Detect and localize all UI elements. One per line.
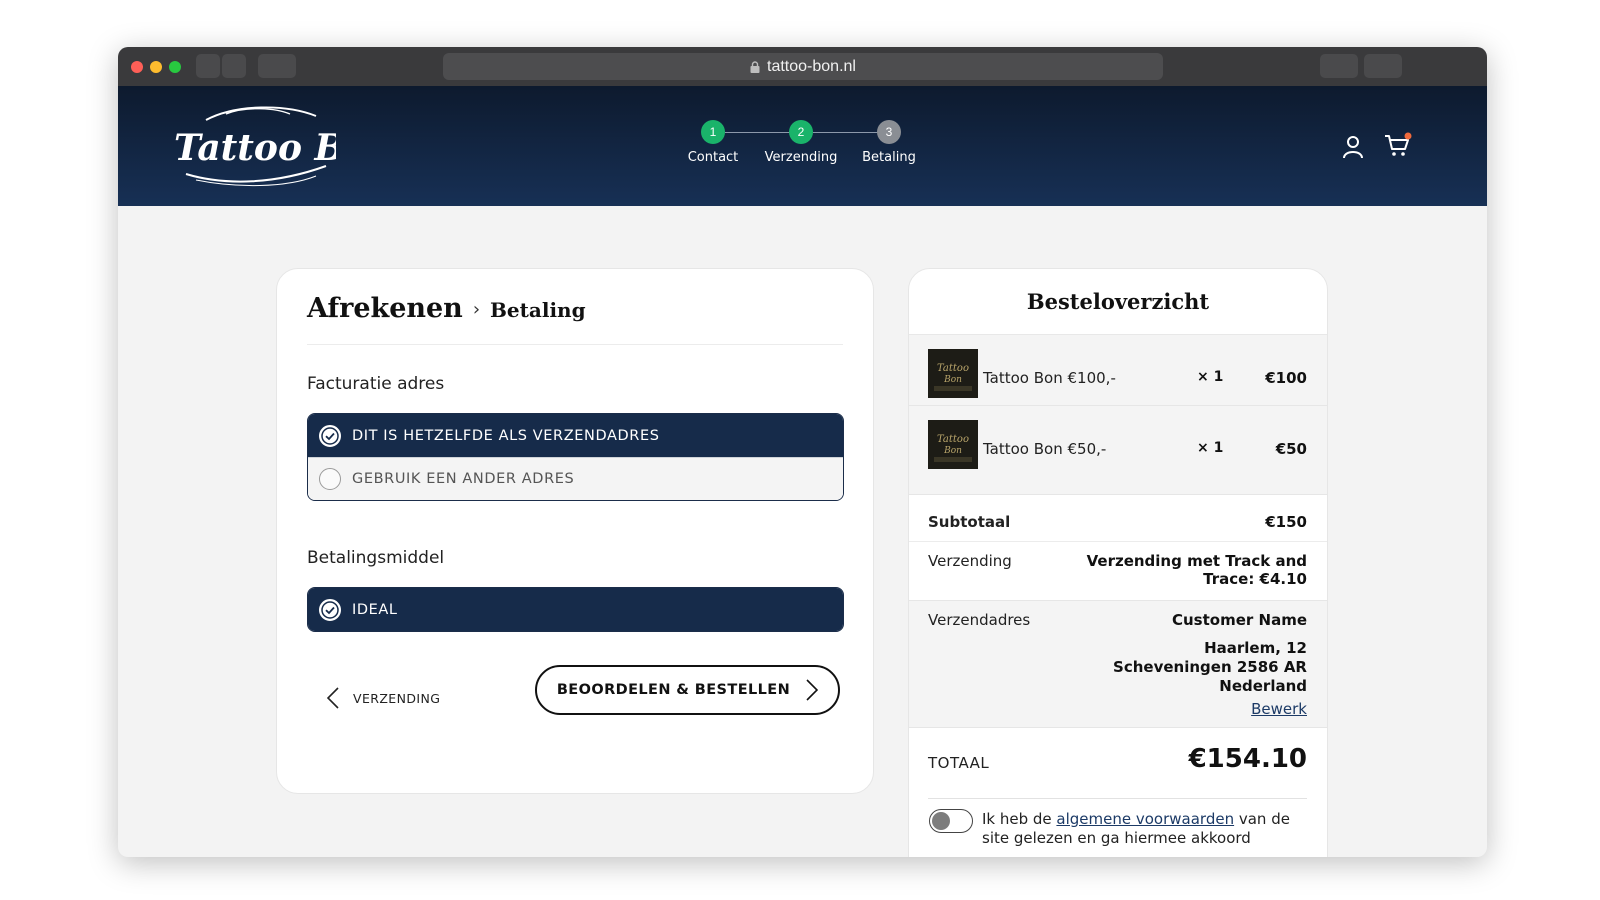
share-button[interactable] bbox=[1320, 54, 1358, 78]
chevron-left-icon bbox=[327, 687, 339, 709]
step-number: 3 bbox=[877, 120, 901, 144]
step-label: Verzending bbox=[764, 150, 838, 165]
payment-option-label: IDEAL bbox=[352, 601, 398, 618]
billing-option-label: DIT IS HETZELFDE ALS VERZENDADRES bbox=[352, 427, 660, 444]
customer-name: Customer Name bbox=[1172, 611, 1307, 629]
back-nav-button[interactable] bbox=[196, 54, 220, 78]
maximize-window-button[interactable] bbox=[169, 61, 181, 73]
terms-text: Ik heb de algemene voorwaarden van de si… bbox=[982, 810, 1290, 847]
close-window-button[interactable] bbox=[131, 61, 143, 73]
divider bbox=[928, 798, 1307, 799]
item-price: €100 bbox=[1265, 369, 1307, 387]
subtotal-value: €150 bbox=[1265, 513, 1307, 531]
review-and-order-button[interactable]: BEOORDELEN & BESTELLEN bbox=[535, 665, 840, 715]
chevron-right-icon bbox=[806, 679, 819, 701]
checkout-progress: 1 Contact 2 Verzending 3 Betaling bbox=[668, 120, 918, 170]
total-row: TOTAAL €154.10 bbox=[909, 728, 1327, 798]
address-line-3: Nederland bbox=[1219, 677, 1307, 695]
breadcrumb: Afrekenen › Betaling bbox=[307, 293, 586, 324]
order-items-list: Tattoo Bon Tattoo Bon €100,- × 1 €100 Ta… bbox=[909, 335, 1327, 494]
terms-toggle[interactable] bbox=[929, 809, 973, 833]
total-label: TOTAAL bbox=[928, 754, 990, 772]
billing-option-label: GEBRUIK EEN ANDER ADRES bbox=[352, 471, 575, 487]
item-quantity: × 1 bbox=[1197, 369, 1224, 385]
tabs-button[interactable] bbox=[1364, 54, 1402, 78]
review-and-order-label: BEOORDELEN & BESTELLEN bbox=[556, 682, 791, 698]
step-betaling: 3 Betaling bbox=[844, 120, 934, 165]
breadcrumb-afrekenen[interactable]: Afrekenen bbox=[307, 293, 463, 324]
brand-logo[interactable]: Tattoo Bon bbox=[166, 100, 395, 190]
forward-nav-button[interactable] bbox=[222, 54, 246, 78]
radio-unchecked-icon bbox=[319, 468, 341, 490]
total-value: €154.10 bbox=[1188, 744, 1307, 774]
site-header: Tattoo Bon 1 Contact 2 Verzending 3 Beta… bbox=[118, 86, 1487, 206]
radio-checked-icon bbox=[319, 598, 341, 621]
product-thumbnail: Tattoo Bon bbox=[928, 420, 978, 469]
step-number: 2 bbox=[789, 120, 813, 144]
billing-option-other-address[interactable]: GEBRUIK EEN ANDER ADRES bbox=[308, 457, 843, 500]
payment-method-title: Betalingsmiddel bbox=[307, 548, 445, 568]
order-summary-panel: Besteloverzicht Tattoo Bon Tattoo Bon €1… bbox=[908, 268, 1328, 857]
order-summary-title: Besteloverzicht bbox=[1026, 289, 1210, 314]
payment-method-options: IDEAL bbox=[307, 587, 844, 632]
breadcrumb-current: Betaling bbox=[490, 298, 586, 322]
step-label: Contact bbox=[687, 150, 739, 165]
cart-badge bbox=[1404, 132, 1412, 140]
checkout-panel: Afrekenen › Betaling Facturatie adres DI… bbox=[276, 268, 874, 794]
url-text: tattoo-bon.nl bbox=[767, 57, 856, 75]
browser-window: tattoo-bon.nl Tattoo Bon 1 Contact 2 bbox=[118, 47, 1487, 857]
divider bbox=[307, 344, 843, 345]
step-contact[interactable]: 1 Contact bbox=[668, 120, 758, 165]
address-line-2: Scheveningen 2586 AR bbox=[1113, 658, 1307, 676]
cart-icon[interactable] bbox=[1384, 132, 1412, 158]
back-link-label: VERZENDING bbox=[353, 690, 441, 706]
breadcrumb-chevron-icon: › bbox=[472, 299, 481, 320]
payment-option-ideal[interactable]: IDEAL bbox=[308, 588, 843, 631]
address-bar[interactable]: tattoo-bon.nl bbox=[443, 53, 1163, 80]
shipping-address-value: Customer Name Haarlem, 12 Scheveningen 2… bbox=[1113, 611, 1307, 719]
minimize-window-button[interactable] bbox=[150, 61, 162, 73]
account-icon[interactable] bbox=[1342, 135, 1364, 159]
svg-text:Tattoo Bon: Tattoo Bon bbox=[174, 127, 336, 169]
step-verzending[interactable]: 2 Verzending bbox=[756, 120, 846, 165]
back-to-shipping-link[interactable]: VERZENDING bbox=[327, 687, 440, 709]
product-thumbnail: Tattoo Bon bbox=[928, 349, 978, 398]
lock-icon bbox=[750, 60, 760, 73]
shipping-address-row: Verzendadres Customer Name Haarlem, 12 S… bbox=[909, 600, 1327, 728]
terms-link[interactable]: algemene voorwaarden bbox=[1056, 810, 1234, 828]
item-price: €50 bbox=[1275, 440, 1307, 458]
shipping-row: Verzending Verzending met Track and Trac… bbox=[909, 542, 1327, 600]
shipping-label: Verzending bbox=[928, 552, 1012, 570]
svg-text:Bon: Bon bbox=[943, 446, 962, 456]
shipping-address-label: Verzendadres bbox=[928, 611, 1031, 629]
item-quantity: × 1 bbox=[1197, 440, 1224, 456]
browser-toolbar: tattoo-bon.nl bbox=[118, 47, 1487, 86]
item-name: Tattoo Bon €100,- bbox=[983, 369, 1116, 387]
svg-text:Tattoo: Tattoo bbox=[937, 434, 969, 445]
address-line-1: Haarlem, 12 bbox=[1204, 639, 1307, 657]
billing-address-title: Facturatie adres bbox=[307, 374, 445, 394]
tattoo-bon-logo-icon: Tattoo Bon bbox=[174, 106, 395, 187]
radio-checked-icon bbox=[319, 424, 341, 447]
step-number: 1 bbox=[701, 120, 725, 144]
sidebar-toggle-button[interactable] bbox=[258, 54, 296, 78]
shipping-value: Verzending met Track and Trace: €4.10 bbox=[1086, 552, 1307, 588]
billing-option-same-as-shipping[interactable]: DIT IS HETZELFDE ALS VERZENDADRES bbox=[308, 414, 843, 457]
svg-text:Bon: Bon bbox=[943, 375, 962, 385]
step-label: Betaling bbox=[862, 150, 916, 165]
svg-text:Tattoo: Tattoo bbox=[937, 363, 969, 374]
billing-address-options: DIT IS HETZELFDE ALS VERZENDADRES GEBRUI… bbox=[307, 413, 844, 501]
subtotal-row: Subtotaal €150 bbox=[909, 494, 1327, 542]
edit-address-link[interactable]: Bewerk bbox=[1113, 700, 1307, 719]
toggle-knob bbox=[932, 812, 950, 830]
list-item: Tattoo Bon Tattoo Bon €50,- × 1 €50 bbox=[909, 405, 1327, 475]
subtotal-label: Subtotaal bbox=[928, 513, 1011, 531]
item-name: Tattoo Bon €50,- bbox=[983, 440, 1107, 458]
list-item: Tattoo Bon Tattoo Bon €100,- × 1 €100 bbox=[909, 335, 1327, 405]
